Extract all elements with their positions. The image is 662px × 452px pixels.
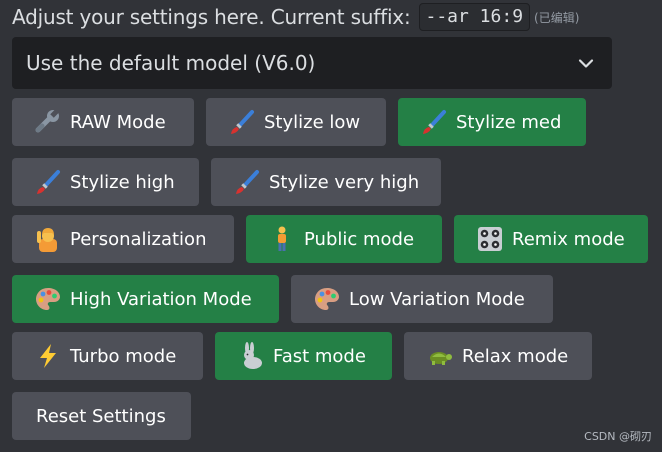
- button-label: Relax mode: [462, 345, 569, 367]
- stylize-high-button[interactable]: Stylize high: [12, 158, 199, 206]
- stylize-low-button[interactable]: Stylize low: [206, 98, 386, 146]
- settings-header: Adjust your settings here. Current suffi…: [12, 2, 579, 32]
- paintbrush-icon: [228, 108, 256, 136]
- high-variation-mode-button[interactable]: High Variation Mode: [12, 275, 279, 323]
- edited-label: (已编辑): [534, 10, 580, 25]
- rabbit-icon: [237, 342, 265, 370]
- button-label: Fast mode: [273, 345, 366, 367]
- wrench-icon: [34, 108, 62, 136]
- watermark: CSDN @砌刃: [584, 430, 652, 443]
- person-standing-icon: [268, 225, 296, 253]
- turbo-mode-button[interactable]: Turbo mode: [12, 332, 203, 380]
- lightning-icon: [34, 342, 62, 370]
- raw-mode-button[interactable]: RAW Mode: [12, 98, 194, 146]
- reset-settings-button[interactable]: Reset Settings: [12, 392, 191, 440]
- button-label: Personalization: [70, 228, 207, 250]
- remix-mode-button[interactable]: Remix mode: [454, 215, 648, 263]
- suffix-code: --ar 16:9: [418, 3, 531, 31]
- button-label: RAW Mode: [70, 111, 166, 133]
- button-label: Reset Settings: [36, 405, 166, 427]
- header-text: Adjust your settings here. Current suffi…: [12, 5, 411, 29]
- chevron-down-icon: [574, 51, 598, 75]
- stylize-med-button[interactable]: Stylize med: [398, 98, 586, 146]
- model-select-value: Use the default model (V6.0): [26, 51, 316, 75]
- button-label: Stylize med: [456, 111, 562, 133]
- button-label: Stylize high: [70, 171, 175, 193]
- fast-mode-button[interactable]: Fast mode: [215, 332, 392, 380]
- personalization-button[interactable]: Personalization: [12, 215, 234, 263]
- paintbrush-icon: [233, 168, 261, 196]
- relax-mode-button[interactable]: Relax mode: [404, 332, 592, 380]
- button-label: Remix mode: [512, 228, 625, 250]
- artist-palette-icon: [313, 285, 341, 313]
- low-variation-mode-button[interactable]: Low Variation Mode: [291, 275, 553, 323]
- button-label: Turbo mode: [70, 345, 177, 367]
- button-label: Low Variation Mode: [349, 288, 525, 310]
- button-label: Stylize very high: [269, 171, 420, 193]
- paintbrush-icon: [34, 168, 62, 196]
- button-label: Stylize low: [264, 111, 361, 133]
- person-raising-hand-icon: [34, 225, 62, 253]
- turtle-icon: [426, 342, 454, 370]
- control-knobs-icon: [476, 225, 504, 253]
- button-label: Public mode: [304, 228, 415, 250]
- stylize-very-high-button[interactable]: Stylize very high: [211, 158, 441, 206]
- model-select[interactable]: Use the default model (V6.0): [12, 37, 612, 89]
- public-mode-button[interactable]: Public mode: [246, 215, 442, 263]
- paintbrush-icon: [420, 108, 448, 136]
- button-label: High Variation Mode: [70, 288, 252, 310]
- artist-palette-icon: [34, 285, 62, 313]
